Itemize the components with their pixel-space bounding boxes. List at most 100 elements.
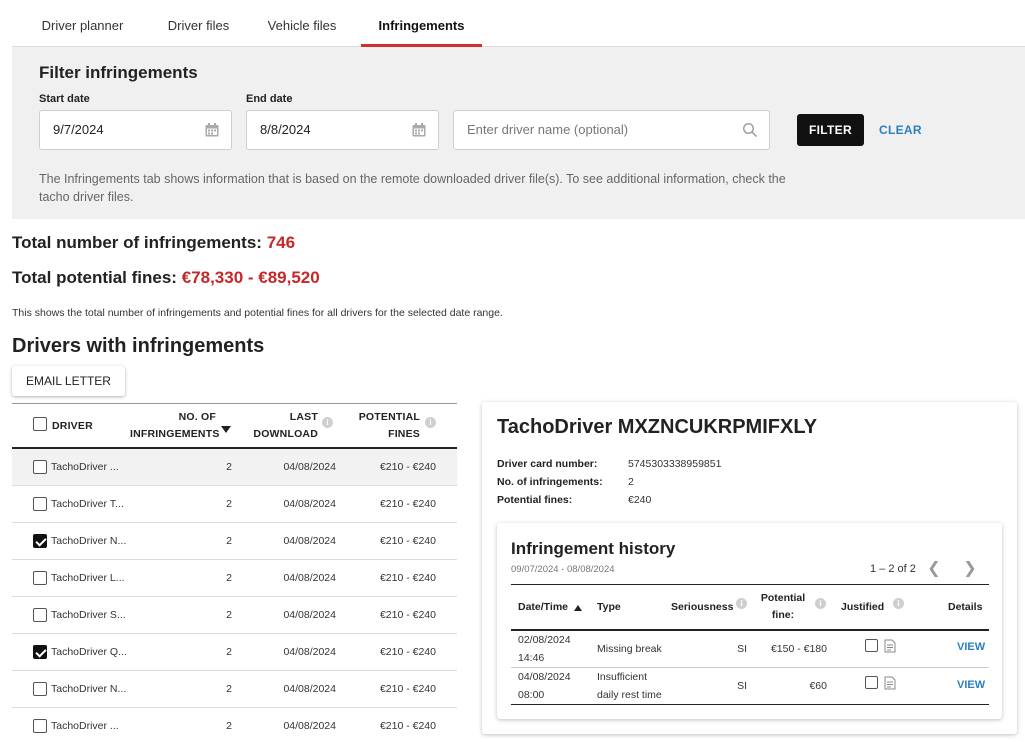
info-icon[interactable]: i <box>893 598 904 609</box>
drivers-section-title: Drivers with infringements <box>12 335 265 357</box>
col-infringements-line1: NO. OF <box>178 411 216 423</box>
info-icon[interactable]: i <box>425 417 436 428</box>
potential-fines: €210 - €240 <box>379 572 436 584</box>
card-number-label: Driver card number: <box>497 458 598 470</box>
view-details-link[interactable]: VIEW <box>957 641 985 653</box>
driver-name[interactable]: TachoDriver T... <box>51 486 124 523</box>
card-number-value: 5745303338959851 <box>628 458 722 470</box>
infringement-date: 02/08/2024 14:46 <box>518 631 571 667</box>
table-row[interactable]: TachoDriver Q... 2 04/08/2024 €210 - €240 <box>12 634 457 671</box>
infringement-type: Insufficient daily rest time <box>597 668 662 704</box>
col-potential-fines[interactable]: POTENTIAL FINES <box>352 409 420 443</box>
drivers-table-header: DRIVER NO. OF INFRINGEMENTS LAST DOWNLOA… <box>12 404 457 449</box>
col-details[interactable]: Details <box>948 599 982 616</box>
col-date-time[interactable]: Date/Time <box>518 599 568 616</box>
potential-fines-label: Potential fines: <box>497 494 573 506</box>
tab-vehicle-files[interactable]: Vehicle files <box>252 0 352 46</box>
row-checkbox[interactable] <box>33 682 47 696</box>
col-driver[interactable]: DRIVER <box>52 418 93 435</box>
start-date-input[interactable]: 9/7/2024 <box>39 110 232 150</box>
prev-page-icon[interactable]: ❮ <box>926 560 942 578</box>
infringement-count: 2 <box>226 683 232 695</box>
row-checkbox[interactable] <box>33 719 47 733</box>
seriousness: SI <box>737 643 747 655</box>
calendar-icon[interactable] <box>411 122 427 138</box>
document-edit-icon[interactable] <box>884 676 896 690</box>
col-justified[interactable]: Justified <box>841 599 884 616</box>
select-all-checkbox[interactable] <box>33 417 47 431</box>
potential-fine: €60 <box>809 680 827 692</box>
tab-driver-files[interactable]: Driver files <box>145 0 252 46</box>
table-row[interactable]: TachoDriver T... 2 04/08/2024 €210 - €240 <box>12 486 457 523</box>
justified-checkbox[interactable] <box>865 676 878 689</box>
table-row[interactable]: TachoDriver ... 2 04/08/2024 €210 - €240 <box>12 449 457 486</box>
table-row[interactable]: TachoDriver N... 2 04/08/2024 €210 - €240 <box>12 523 457 560</box>
driver-detail-card: TachoDriver MXZNCUKRPMIFXLY Driver card … <box>482 402 1017 734</box>
email-letter-button[interactable]: EMAIL LETTER <box>12 366 125 396</box>
infringement-count: 2 <box>226 498 232 510</box>
last-download: 04/08/2024 <box>283 646 336 658</box>
row-checkbox[interactable] <box>33 460 47 474</box>
start-date-value: 9/7/2024 <box>53 122 104 137</box>
row-checkbox[interactable] <box>33 645 47 659</box>
table-row[interactable]: TachoDriver N... 2 04/08/2024 €210 - €240 <box>12 671 457 708</box>
infringement-count: 2 <box>226 646 232 658</box>
col-potential-fine-line2: fine: <box>771 609 795 621</box>
view-details-link[interactable]: VIEW <box>957 679 985 691</box>
col-last-download-line2: DOWNLOAD <box>253 428 318 440</box>
infringement-count: 2 <box>226 535 232 547</box>
document-edit-icon[interactable] <box>884 639 896 653</box>
pager-status: 1 – 2 of 2 <box>870 563 916 575</box>
history-table: Date/Time Type Seriousness i Potential f… <box>511 584 989 705</box>
col-last-download[interactable]: LAST DOWNLOAD <box>252 409 318 443</box>
history-date-range: 09/07/2024 - 08/08/2024 <box>511 564 615 575</box>
info-icon[interactable]: i <box>736 598 747 609</box>
sort-asc-icon[interactable] <box>574 605 582 611</box>
potential-fine: €150 - €180 <box>770 643 827 655</box>
col-type[interactable]: Type <box>597 599 621 616</box>
infringement-type-line1: Insufficient <box>597 671 648 683</box>
history-title: Infringement history <box>511 539 676 558</box>
calendar-icon[interactable] <box>204 122 220 138</box>
tab-driver-planner[interactable]: Driver planner <box>20 0 145 46</box>
row-checkbox[interactable] <box>33 608 47 622</box>
tab-infringements[interactable]: Infringements <box>361 0 482 47</box>
end-date-input[interactable]: 8/8/2024 <box>246 110 439 150</box>
potential-fines: €210 - €240 <box>379 535 436 547</box>
driver-name[interactable]: TachoDriver N... <box>51 523 126 560</box>
potential-fines: €210 - €240 <box>379 646 436 658</box>
total-infringements-value: 746 <box>266 233 296 252</box>
row-checkbox[interactable] <box>33 571 47 585</box>
infringement-date-time: 08:00 <box>518 689 545 701</box>
driver-name[interactable]: TachoDriver ... <box>51 708 119 742</box>
driver-name[interactable]: TachoDriver ... <box>51 449 119 486</box>
driver-name[interactable]: TachoDriver N... <box>51 671 126 708</box>
next-page-icon[interactable]: ❯ <box>962 560 978 578</box>
col-potential-fine[interactable]: Potential fine: <box>757 590 809 624</box>
table-row[interactable]: TachoDriver L... 2 04/08/2024 €210 - €240 <box>12 560 457 597</box>
col-infringements[interactable]: NO. OF INFRINGEMENTS <box>130 409 219 443</box>
driver-name[interactable]: TachoDriver Q... <box>51 634 127 671</box>
info-icon[interactable]: i <box>815 598 826 609</box>
last-download: 04/08/2024 <box>283 720 336 732</box>
history-table-header: Date/Time Type Seriousness i Potential f… <box>511 585 989 631</box>
filter-title: Filter infringements <box>39 63 198 82</box>
table-row[interactable]: TachoDriver ... 2 04/08/2024 €210 - €240 <box>12 708 457 742</box>
justified-checkbox[interactable] <box>865 639 878 652</box>
driver-name[interactable]: TachoDriver L... <box>51 560 125 597</box>
table-row[interactable]: TachoDriver S... 2 04/08/2024 €210 - €240 <box>12 597 457 634</box>
drivers-table: DRIVER NO. OF INFRINGEMENTS LAST DOWNLOA… <box>12 403 457 742</box>
clear-button[interactable]: CLEAR <box>879 114 922 146</box>
infringement-date-time: 14:46 <box>518 652 545 664</box>
row-checkbox[interactable] <box>33 497 47 511</box>
row-checkbox[interactable] <box>33 534 47 548</box>
search-icon[interactable] <box>742 122 758 138</box>
sort-desc-icon[interactable] <box>221 426 231 433</box>
col-seriousness[interactable]: Seriousness <box>671 599 733 616</box>
filter-button[interactable]: FILTER <box>797 114 864 146</box>
totals-note: This shows the total number of infringem… <box>12 307 503 319</box>
total-fines-label: Total potential fines: <box>12 268 177 287</box>
driver-name-input[interactable]: Enter driver name (optional) <box>453 110 770 150</box>
driver-name[interactable]: TachoDriver S... <box>51 597 126 634</box>
info-icon[interactable]: i <box>322 417 333 428</box>
